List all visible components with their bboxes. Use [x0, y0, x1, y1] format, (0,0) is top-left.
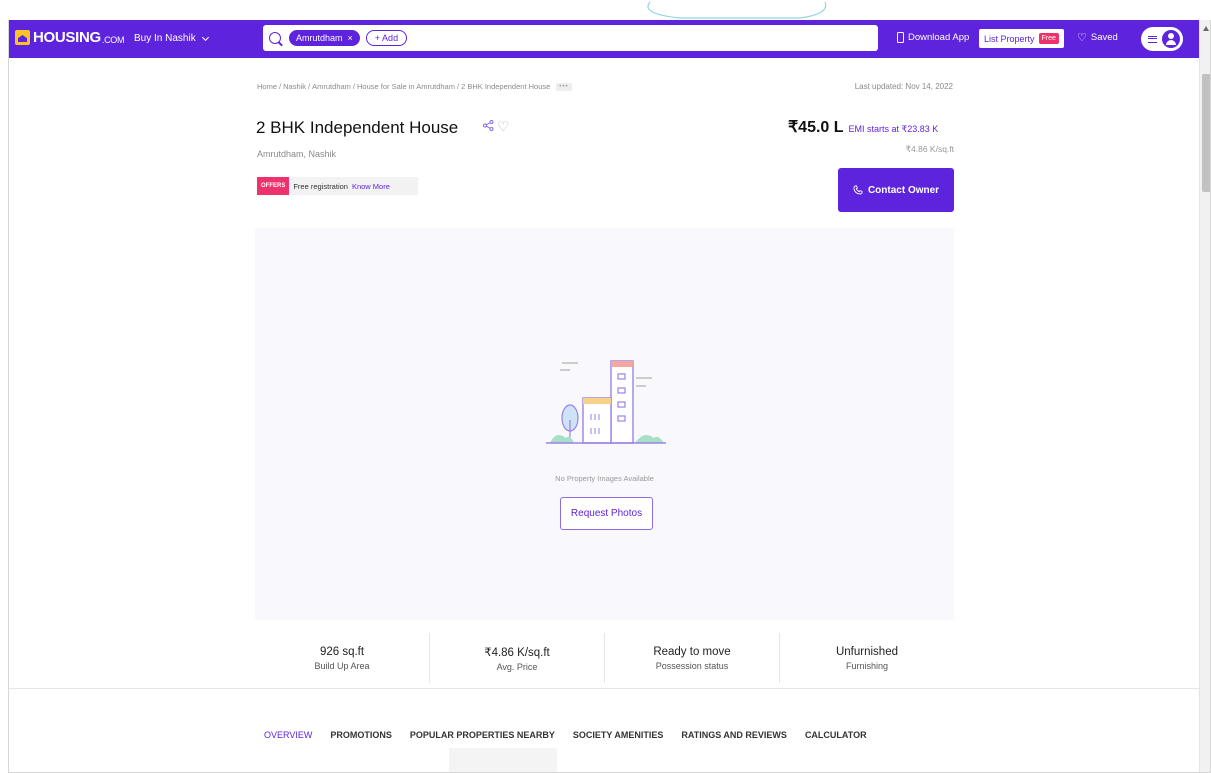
list-property-label: List Property [984, 33, 1035, 44]
no-images-text: No Property Images Available [555, 474, 654, 483]
logo-text: HOUSING [33, 29, 101, 46]
section-tabs: OVERVIEW PROMOTIONS POPULAR PROPERTIES N… [264, 730, 867, 740]
content-placeholder [449, 748, 557, 772]
tab-ratings-and-reviews[interactable]: RATINGS AND REVIEWS [681, 730, 787, 740]
download-app-label: Download App [908, 32, 970, 43]
search-chip-locality[interactable]: Amrutdham × [289, 30, 360, 46]
tab-promotions[interactable]: PROMOTIONS [330, 730, 392, 740]
logo-suffix: .COM [101, 34, 125, 45]
offers-banner: OFFERS Free registration Know More [257, 177, 418, 195]
top-navigation-bar: HOUSING .COM Buy In Nashik Amrutdham × +… [9, 20, 1199, 58]
housing-logo-icon [15, 30, 30, 45]
tab-calculator[interactable]: CALCULATOR [805, 730, 867, 740]
stat-possession: Ready to move Possession status [605, 633, 780, 683]
list-property-button[interactable]: List Property Free [979, 29, 1064, 48]
contact-owner-label: Contact Owner [867, 184, 940, 196]
breadcrumb-locality[interactable]: Amrutdham [312, 82, 351, 91]
stat-build-up-area: 926 sq.ft Build Up Area [255, 633, 430, 683]
section-divider [9, 688, 1199, 689]
free-badge: Free [1038, 33, 1059, 44]
property-title: 2 BHK Independent House [256, 118, 459, 137]
saved-label: Saved [1090, 32, 1118, 43]
offers-badge: OFFERS [257, 177, 290, 195]
stat-value: Ready to move [653, 645, 731, 658]
share-icon[interactable] [483, 120, 494, 131]
stat-furnishing: Unfurnished Furnishing [780, 633, 954, 683]
phone-call-icon [853, 185, 863, 195]
know-more-link[interactable]: Know More [352, 182, 390, 191]
download-app-button[interactable]: Download App [897, 32, 969, 43]
emi-link[interactable]: EMI starts at ₹23.83 K [849, 124, 939, 135]
stat-avg-price: ₹4.86 K/sq.ft Avg. Price [430, 633, 605, 683]
tab-overview[interactable]: OVERVIEW [264, 730, 312, 740]
phone-icon [897, 32, 904, 43]
stat-value: Unfurnished [835, 645, 898, 658]
tab-popular-properties-nearby[interactable]: POPULAR PROPERTIES NEARBY [410, 730, 555, 740]
property-highlights: 926 sq.ft Build Up Area ₹4.86 K/sq.ft Av… [255, 633, 954, 683]
property-locality: Amrutdham, Nashik [257, 149, 337, 159]
user-avatar-icon [1162, 30, 1180, 48]
search-icon [269, 32, 281, 44]
property-price: ₹45.0 L [788, 119, 844, 136]
breadcrumb-more-button[interactable]: ••• [556, 82, 572, 91]
hamburger-icon [1148, 35, 1157, 43]
stat-value: 926 sq.ft [319, 645, 365, 658]
breadcrumb-home[interactable]: Home [257, 82, 277, 91]
breadcrumb-city[interactable]: Nashik [283, 82, 306, 91]
price-per-sqft: ₹4.86 K/sq.ft [905, 144, 954, 154]
decorative-arc [647, 1, 827, 19]
search-chip-label: Amrutdham [296, 33, 343, 43]
building-illustration-icon [546, 360, 666, 444]
property-photo-area: No Property Images Available Request Pho… [255, 228, 954, 620]
price-block: ₹45.0 L EMI starts at ₹23.83 K [788, 117, 938, 137]
browser-viewport: HOUSING .COM Buy In Nashik Amrutdham × +… [8, 20, 1211, 773]
contact-owner-button[interactable]: Contact Owner [838, 168, 954, 212]
breadcrumb: Home / Nashik / Amrutdham / House for Sale … [257, 82, 572, 91]
city-dropdown-label: Buy In Nashik [134, 33, 196, 44]
heart-icon: ♡ [1077, 31, 1087, 44]
stat-label: Avg. Price [496, 661, 538, 672]
favorite-heart-icon[interactable]: ♡ [497, 118, 510, 135]
scrollbar-thumb[interactable] [1202, 74, 1210, 192]
housing-logo[interactable]: HOUSING .COM [15, 29, 125, 46]
stat-label: Possession status [655, 660, 729, 671]
breadcrumb-current: 2 BHK Independent House [461, 82, 551, 91]
city-dropdown[interactable]: Buy In Nashik [134, 33, 209, 44]
scroll-up-arrow-icon[interactable] [1203, 26, 1209, 31]
stat-label: Build Up Area [314, 660, 370, 671]
saved-button[interactable]: ♡ Saved [1077, 32, 1118, 43]
stat-value: ₹4.86 K/sq.ft [484, 646, 550, 659]
offers-text: Free registration [293, 181, 348, 191]
close-icon[interactable]: × [348, 33, 353, 43]
breadcrumb-category[interactable]: House for Sale in Amrutdham [357, 82, 455, 91]
stat-label: Furnishing [845, 660, 889, 671]
chevron-down-icon [201, 33, 209, 41]
search-bar[interactable]: Amrutdham × + Add [263, 25, 878, 51]
vertical-scrollbar[interactable] [1199, 20, 1210, 772]
add-locality-button[interactable]: + Add [365, 30, 408, 46]
last-updated-text: Last updated: Nov 14, 2022 [854, 82, 953, 91]
account-menu-button[interactable] [1141, 27, 1183, 51]
request-photos-button[interactable]: Request Photos [560, 497, 653, 530]
tab-society-amenities[interactable]: SOCIETY AMENITIES [573, 730, 664, 740]
